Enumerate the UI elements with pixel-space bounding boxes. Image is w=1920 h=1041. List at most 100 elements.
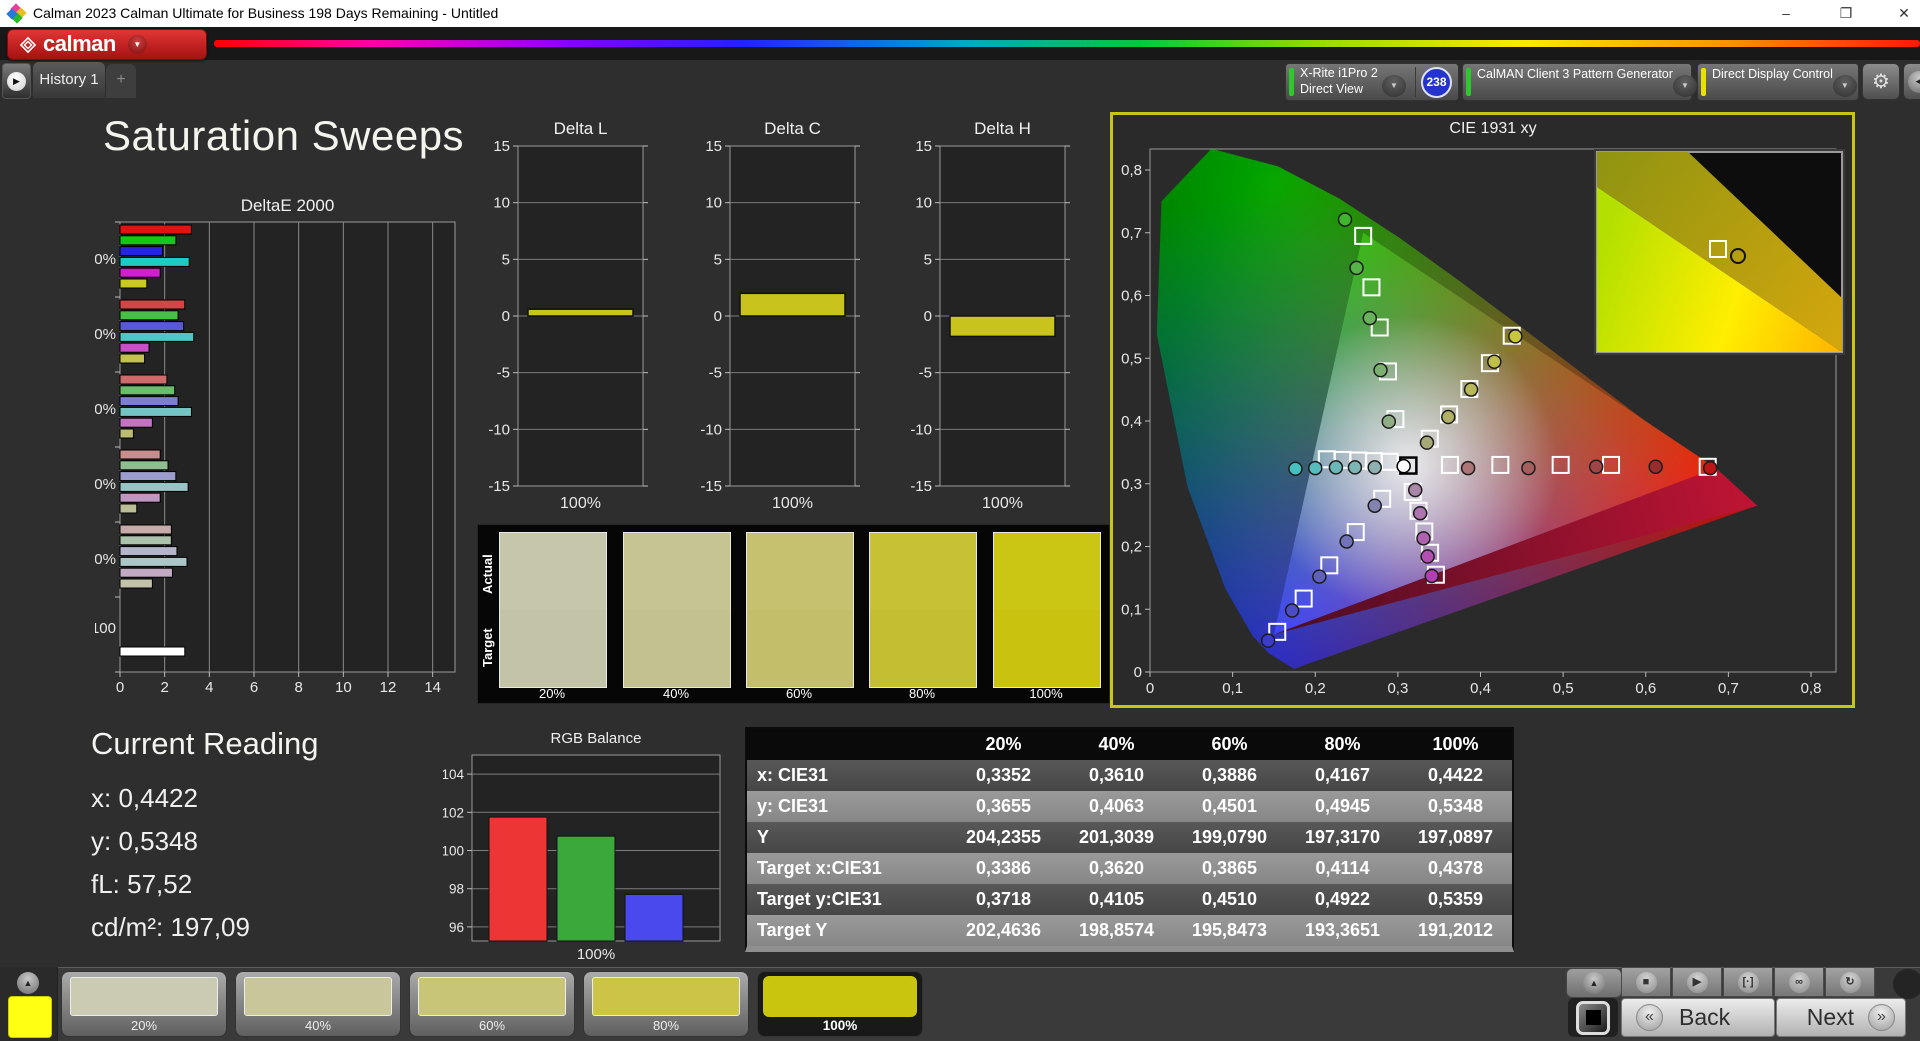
stop-icon: ■ xyxy=(1635,971,1657,993)
svg-text:100: 100 xyxy=(95,620,116,637)
table-row: Target y:CIE31 0,3718 0,4105 0,4510 0,4922 0,… xyxy=(747,884,1512,915)
svg-text:104: 104 xyxy=(443,767,464,782)
pattern-generator-dropdown[interactable]: CalMAN Client 3 Pattern Generator ▼ xyxy=(1462,63,1697,101)
svg-text:100%: 100% xyxy=(577,946,615,963)
transport-play-button[interactable]: ▶ xyxy=(1672,967,1722,997)
back-button[interactable]: « Back xyxy=(1621,998,1775,1037)
pattern-tile-swatch xyxy=(70,977,218,1016)
pattern-tile-label: 100% xyxy=(822,1018,858,1033)
deltae-2000-chart: DeltaE 2000 0 2 4 6 8 10 12 14 100% 80% 60% 40% 20% 10… xyxy=(95,196,456,696)
svg-text:2: 2 xyxy=(160,679,168,696)
svg-text:-10: -10 xyxy=(910,421,932,438)
transport-refresh-button[interactable]: ↻ xyxy=(1825,967,1875,997)
collapse-panel-button[interactable]: ◀ xyxy=(1903,63,1920,100)
display-control-dropdown[interactable]: Direct Display Control ▼ xyxy=(1697,63,1859,101)
calman-menu-button[interactable]: calman ▼ xyxy=(7,29,207,60)
svg-text:10: 10 xyxy=(335,679,352,696)
next-button[interactable]: Next » xyxy=(1776,998,1906,1037)
edge-button[interactable] xyxy=(1893,969,1920,999)
window-pattern-toggle-button[interactable] xyxy=(1568,998,1618,1037)
svg-text:0,2: 0,2 xyxy=(1121,539,1142,556)
calman-menu-dropdown-icon[interactable]: ▼ xyxy=(127,35,147,54)
swatch-label: 100% xyxy=(1029,686,1063,701)
calman-logo-text: calman xyxy=(43,30,116,56)
table-row: Y 204,2355 201,3039 199,0790 197,3170 197,089… xyxy=(747,822,1512,853)
svg-text:20%: 20% xyxy=(95,551,116,568)
rainbow-strip xyxy=(214,40,1920,47)
add-tab-button[interactable]: + xyxy=(106,64,136,98)
pattern-tile-40%[interactable]: 40% xyxy=(235,971,401,1037)
svg-text:0: 0 xyxy=(1134,664,1142,681)
svg-text:8: 8 xyxy=(294,679,302,696)
meter-label: X-Rite i1Pro 2 Direct View xyxy=(1300,66,1378,96)
restore-button[interactable]: ❐ xyxy=(1826,0,1866,27)
pattern-generator-label: CalMAN Client 3 Pattern Generator xyxy=(1477,67,1673,81)
pattern-tile-100%[interactable]: 100% xyxy=(757,971,923,1037)
svg-text:-15: -15 xyxy=(488,478,510,495)
svg-text:0,8: 0,8 xyxy=(1121,162,1142,179)
delta-h-chart: Delta H 15 10 5 0 -5 -10 -15 100% xyxy=(910,119,1070,512)
pattern-panel-up-button[interactable]: ▲ xyxy=(17,972,39,994)
tab-history-1[interactable]: History 1 xyxy=(33,62,105,98)
svg-text:10: 10 xyxy=(915,195,932,212)
svg-text:0,5: 0,5 xyxy=(1553,680,1574,697)
meter-dropdown[interactable]: X-Rite i1Pro 2 Direct View ▼ 238 xyxy=(1285,63,1459,101)
pattern-tile-60%[interactable]: 60% xyxy=(409,971,575,1037)
transport-stop-button[interactable]: ■ xyxy=(1621,967,1671,997)
measurement-table: 20% 40% 60% 80% 100% x: CIE31 0,3352 0,3610 0,38… xyxy=(745,727,1514,952)
pattern-tile-label: 80% xyxy=(652,1018,680,1033)
svg-text:CIE 1931 xy: CIE 1931 xy xyxy=(1449,120,1536,137)
transport-frame-button[interactable]: [·] xyxy=(1723,967,1773,997)
svg-text:100: 100 xyxy=(443,844,464,859)
svg-text:0,6: 0,6 xyxy=(1121,288,1142,305)
swatch-label: 40% xyxy=(662,686,690,701)
window-titlebar: Calman 2023 Calman Ultimate for Business… xyxy=(0,0,1920,27)
pattern-tile-80%[interactable]: 80% xyxy=(583,971,749,1037)
meter-dropdown-icon[interactable]: ▼ xyxy=(1382,75,1406,97)
transport-panel-up-button[interactable]: ▲ xyxy=(1566,968,1622,998)
tab-scroll-button[interactable]: ▶ xyxy=(2,63,31,99)
svg-text:96: 96 xyxy=(449,920,464,935)
svg-text:80%: 80% xyxy=(95,326,116,343)
svg-text:Delta L: Delta L xyxy=(554,119,608,138)
table-row: Target Y 202,4636 198,8574 195,8473 193,3651… xyxy=(747,915,1512,946)
svg-text:RGB Balance: RGB Balance xyxy=(551,730,642,747)
pattern-generator-dropdown-icon[interactable]: ▼ xyxy=(1672,75,1697,97)
frame-icon: [·] xyxy=(1737,971,1759,993)
settings-button[interactable]: ⚙ xyxy=(1862,63,1900,100)
table-row: Target x:CIE31 0,3386 0,3620 0,3865 0,4114 0,… xyxy=(747,853,1512,884)
svg-text:15: 15 xyxy=(493,138,510,155)
svg-text:0,8: 0,8 xyxy=(1801,680,1822,697)
current-reading-line: fL: 57,52 xyxy=(91,869,193,899)
svg-text:14: 14 xyxy=(424,679,441,696)
svg-text:0,5: 0,5 xyxy=(1121,350,1142,367)
svg-text:0,3: 0,3 xyxy=(1121,476,1142,493)
meter-status-indicator xyxy=(1289,68,1294,96)
rgb-balance-chart: RGB Balance 104 102 100 98 96 100% xyxy=(443,730,721,963)
pattern-generator-status-indicator xyxy=(1466,68,1471,96)
close-button[interactable]: ✕ xyxy=(1884,0,1920,27)
swatch-40% xyxy=(623,532,731,688)
svg-text:10: 10 xyxy=(705,195,722,212)
swatch-20% xyxy=(499,532,607,688)
pattern-tile-swatch xyxy=(418,977,566,1016)
table-header-row: 20% 40% 60% 80% 100% xyxy=(747,729,1512,760)
svg-text:-5: -5 xyxy=(919,365,932,382)
display-control-dropdown-icon[interactable]: ▼ xyxy=(1832,75,1857,97)
pattern-tile-swatch xyxy=(763,976,917,1017)
cie-1931-panel: CIE 1931 xy 0 0,1 0,2 0,3 0,4 0,5 0,6 0,7 0,8 0 0,1… xyxy=(1110,112,1855,708)
up-chevron-icon: ▲ xyxy=(1583,972,1605,994)
svg-text:0,7: 0,7 xyxy=(1121,225,1142,242)
minimize-button[interactable]: – xyxy=(1766,0,1806,27)
display-control-label: Direct Display Control xyxy=(1712,67,1833,81)
pattern-tile-20%[interactable]: 20% xyxy=(61,971,227,1037)
swatch-label: 20% xyxy=(538,686,566,701)
meter-count-badge: 238 xyxy=(1421,66,1452,98)
delta-l-chart: Delta L 15 10 5 0 -5 -10 -15 100% xyxy=(488,119,648,512)
svg-text:102: 102 xyxy=(443,805,464,820)
swatch-100% xyxy=(993,532,1101,688)
swatch-label: 80% xyxy=(908,686,936,701)
transport-infinity-button[interactable]: ∞ xyxy=(1774,967,1824,997)
back-button-label: Back xyxy=(1679,1004,1731,1030)
current-reading-values: x: 0,4422 y: 0,5348 fL: 57,52 cd/m²: 197,09 xyxy=(91,783,250,955)
